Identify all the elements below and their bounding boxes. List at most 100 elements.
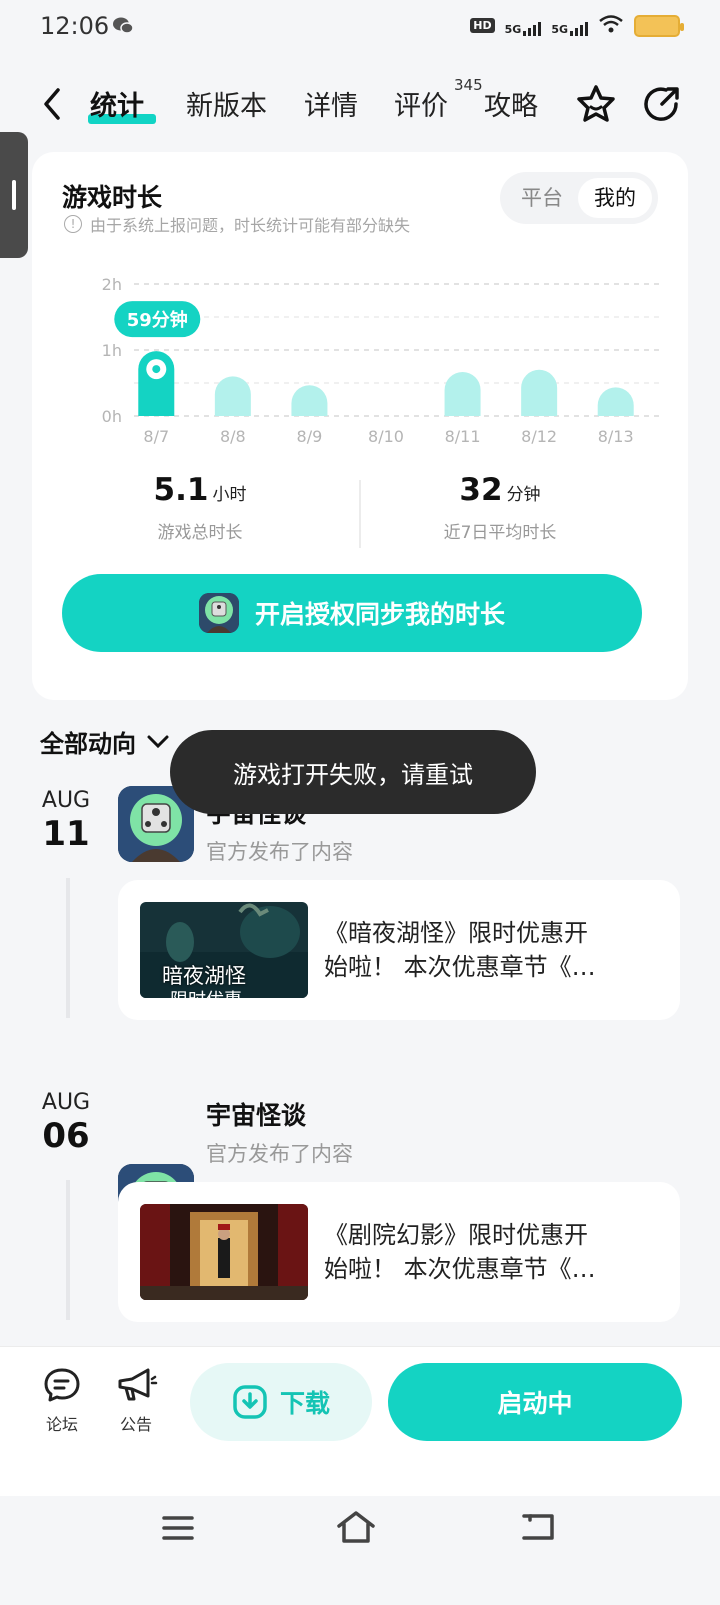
total-label: 游戏总时长	[157, 523, 243, 543]
post-card[interactable]: 暗夜湖怪 限时优惠 《暗夜湖怪》限时优惠开 始啦！ 本次优惠章节《…	[118, 880, 680, 1020]
bar-tooltip-label: 59分钟	[127, 309, 188, 331]
tab-guides[interactable]: 攻略	[484, 84, 538, 123]
timeline-line	[66, 1180, 70, 1320]
y-tick-label: 2h	[102, 275, 122, 294]
playtime-card: 游戏时长 ! 由于系统上报问题，时长统计可能有部分缺失 平台 我的 0h 1h 2h…	[32, 152, 688, 700]
net-label-1: 5G	[504, 22, 522, 36]
notice-text: 由于系统上报问题，时长统计可能有部分缺失	[90, 216, 411, 235]
signal-bars-icon	[570, 16, 588, 36]
x-tick-label: 8/8	[220, 427, 246, 446]
post-day: 11	[42, 814, 90, 854]
chart-bar	[291, 385, 328, 416]
sync-auth-label: 开启授权同步我的时长	[254, 600, 505, 629]
tab-reviews[interactable]: 评价	[394, 84, 448, 123]
forum-label: 论坛	[45, 1415, 78, 1434]
bar-marker-inner	[152, 365, 161, 374]
average-stat: 32 分钟 近7日平均时长	[336, 472, 664, 543]
card-title: 游戏时长	[62, 183, 163, 212]
wechat-icon	[112, 16, 134, 40]
post-excerpt-line: 始啦！ 本次优惠章节《…	[324, 1255, 596, 1283]
average-label: 近7日平均时长	[443, 523, 557, 543]
wifi-icon	[598, 14, 624, 37]
average-value: 32	[459, 472, 503, 508]
feed-filter[interactable]: 全部动向	[40, 724, 170, 759]
system-nav-bar	[0, 1496, 720, 1605]
chart-bar	[521, 369, 558, 416]
chart-bar	[214, 376, 251, 416]
back-icon[interactable]	[38, 86, 68, 122]
post-date-2: AUG 06	[38, 1090, 94, 1153]
toggle-platform[interactable]: 平台	[506, 178, 578, 218]
tab-stats[interactable]: 统计	[90, 84, 144, 123]
summary-stats: 5.1 小时 游戏总时长 32 分钟 近7日平均时长	[32, 472, 688, 562]
share-icon[interactable]	[640, 82, 684, 130]
y-tick-label: 0h	[102, 407, 122, 426]
stats-notice: ! 由于系统上报问题，时长统计可能有部分缺失	[64, 212, 410, 236]
side-drawer-handle[interactable]	[0, 132, 28, 258]
error-toast: 游戏打开失败，请重试	[170, 730, 536, 814]
download-icon	[233, 1385, 267, 1419]
average-unit: 分钟	[506, 485, 541, 505]
post-meta: 官方发布了内容	[206, 1142, 353, 1166]
post-month: AUG	[41, 788, 91, 813]
post-card[interactable]: 《剧院幻影》限时优惠开 始啦！ 本次优惠章节《…	[118, 1182, 680, 1322]
megaphone-icon	[118, 1368, 158, 1401]
status-indicators: HD 5G 5G	[470, 14, 684, 37]
total-value: 5.1	[153, 472, 209, 508]
announcement-button[interactable]: 公告	[106, 1367, 166, 1435]
total-unit: 小时	[212, 485, 247, 505]
sync-auth-button[interactable]: 开启授权同步我的时长	[62, 574, 642, 652]
x-tick-label: 8/11	[445, 427, 481, 446]
menu-icon[interactable]	[162, 1514, 194, 1546]
back-gesture-icon[interactable]	[520, 1512, 556, 1546]
toggle-mine[interactable]: 我的	[578, 178, 652, 218]
post-month: AUG	[41, 1090, 91, 1115]
post-excerpt-line: 《暗夜湖怪》限时优惠开	[324, 919, 588, 947]
post-date-1: AUG 11	[38, 788, 94, 851]
bottom-action-bar: 论坛 公告 下载 启动中	[0, 1346, 720, 1496]
y-tick-label: 1h	[102, 341, 122, 360]
status-time: 12:06	[40, 12, 110, 40]
x-tick-label: 8/12	[521, 427, 557, 446]
chart-bar	[444, 372, 481, 416]
feed-filter-label: 全部动向	[40, 730, 136, 758]
post-thumbnail	[140, 1204, 308, 1300]
battery-icon	[634, 14, 684, 37]
game-avatar-icon	[198, 593, 239, 633]
x-tick-label: 8/10	[368, 427, 404, 446]
post-thumbnail: 暗夜湖怪 限时优惠	[140, 902, 308, 998]
tab-details[interactable]: 详情	[304, 84, 358, 123]
post-excerpt-line: 始啦！ 本次优惠章节《…	[324, 953, 596, 981]
playtime-chart: 0h 1h 2h 59分钟 8/7 8/8 8/9 8/10 8/11 8/12 8/13	[102, 275, 664, 446]
tab-new-version[interactable]: 新版本	[186, 84, 267, 123]
signal-2: 5G	[551, 16, 588, 36]
post-author[interactable]: 宇宙怪谈	[206, 1096, 353, 1132]
forum-icon	[44, 1368, 80, 1402]
x-tick-label: 8/7	[143, 427, 169, 446]
signal-bars-icon	[523, 16, 542, 36]
forum-button[interactable]: 论坛	[32, 1367, 92, 1435]
signal-1: 5G	[505, 16, 542, 36]
launch-button[interactable]: 启动中	[388, 1363, 682, 1441]
announcement-label: 公告	[119, 1415, 152, 1434]
x-tick-label: 8/13	[598, 427, 634, 446]
hd-badge: HD	[470, 18, 495, 33]
chart-bar	[597, 387, 634, 416]
download-label: 下载	[279, 1389, 330, 1418]
home-icon[interactable]	[336, 1510, 376, 1548]
post-excerpt: 《剧院幻影》限时优惠开 始啦！ 本次优惠章节《…	[324, 1218, 638, 1286]
source-toggle: 平台 我的	[500, 172, 658, 224]
thumb-subtitle: 限时优惠	[170, 986, 242, 998]
x-tick-label: 8/9	[297, 427, 323, 446]
info-icon: !	[64, 215, 82, 233]
post-meta: 官方发布了内容	[206, 840, 353, 864]
download-button[interactable]: 下载	[190, 1363, 372, 1441]
post-excerpt: 《暗夜湖怪》限时优惠开 始啦！ 本次优惠章节《…	[324, 916, 638, 984]
chevron-down-icon	[147, 735, 169, 748]
post-excerpt-line: 《剧院幻影》限时优惠开	[324, 1221, 588, 1249]
star-icon[interactable]	[574, 82, 618, 130]
post-day: 06	[42, 1116, 90, 1156]
review-count-badge: 345	[454, 76, 483, 94]
post-header-2: 宇宙怪谈 官方发布了内容	[206, 1096, 353, 1168]
timeline-line	[66, 878, 70, 1018]
